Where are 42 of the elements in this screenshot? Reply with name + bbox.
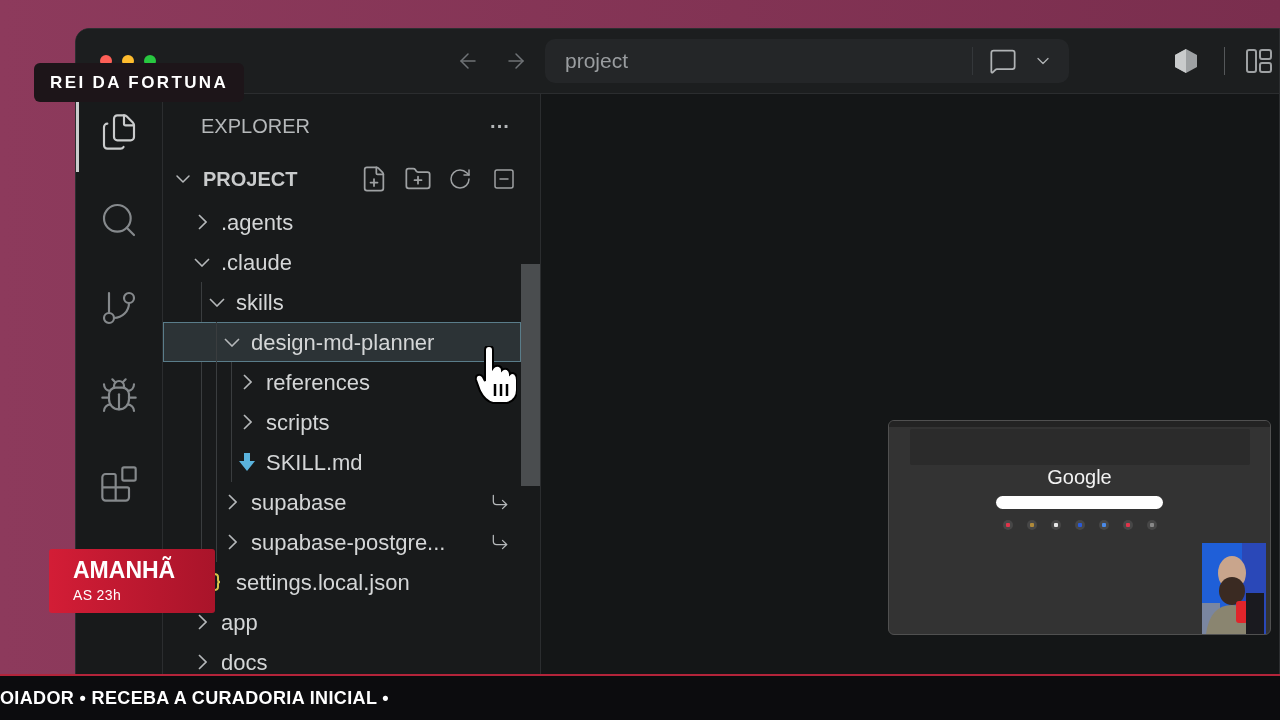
tree-item[interactable]: docs [163, 642, 521, 682]
tree-item[interactable]: design-md-planner [163, 322, 521, 362]
project-title[interactable]: PROJECT [203, 164, 352, 194]
tree-item[interactable]: app [163, 602, 521, 642]
item-name: settings.local.json [236, 568, 410, 597]
arrow-down-icon [239, 453, 255, 471]
item-name: SKILL.md [266, 448, 363, 477]
ticker-text: OIADOR • RECEBA A CURADORIA INICIAL • [0, 686, 389, 710]
name-tag: REI DA FORTUNA [34, 63, 245, 102]
item-name: docs [221, 648, 268, 677]
layout-icon[interactable] [1245, 47, 1273, 75]
search-field[interactable]: project [545, 39, 1069, 83]
tree-item[interactable]: supabase [163, 482, 521, 522]
refresh-icon[interactable] [448, 167, 472, 191]
more-actions-icon[interactable]: ··· [490, 111, 510, 141]
tree-item[interactable]: references [163, 362, 521, 402]
item-name: skills [236, 288, 284, 317]
tree-item[interactable]: .agents [163, 202, 521, 242]
tree-item[interactable]: scripts [163, 402, 521, 442]
blocks-icon[interactable] [99, 464, 139, 504]
shortcut-icon[interactable] [1050, 520, 1061, 530]
hand-cursor-icon [475, 346, 517, 404]
explorer-title: EXPLORER [201, 114, 310, 139]
google-logo: Google [1047, 467, 1112, 487]
braces-icon [213, 573, 221, 591]
scrollbar-thumb[interactable] [521, 264, 540, 486]
collapse-icon[interactable] [492, 167, 516, 191]
item-name: supabase-postgre... [251, 528, 446, 557]
item-name: app [221, 608, 258, 637]
badge-subtitle: AS 23h [73, 585, 123, 605]
item-name: .claude [221, 248, 292, 277]
item-name: scripts [266, 408, 330, 437]
tree-item[interactable]: SKILL.md [163, 442, 521, 482]
item-name: supabase [251, 488, 347, 517]
tree-item[interactable]: .claude [163, 242, 521, 282]
search-field[interactable] [996, 496, 1163, 509]
cube-icon[interactable] [1172, 47, 1200, 75]
item-name: design-md-planner [251, 328, 435, 357]
tree-item[interactable]: skills [163, 282, 521, 322]
item-name: .agents [221, 208, 294, 237]
item-name: references [266, 368, 370, 397]
badge-title: AMANHÃ [73, 556, 177, 585]
